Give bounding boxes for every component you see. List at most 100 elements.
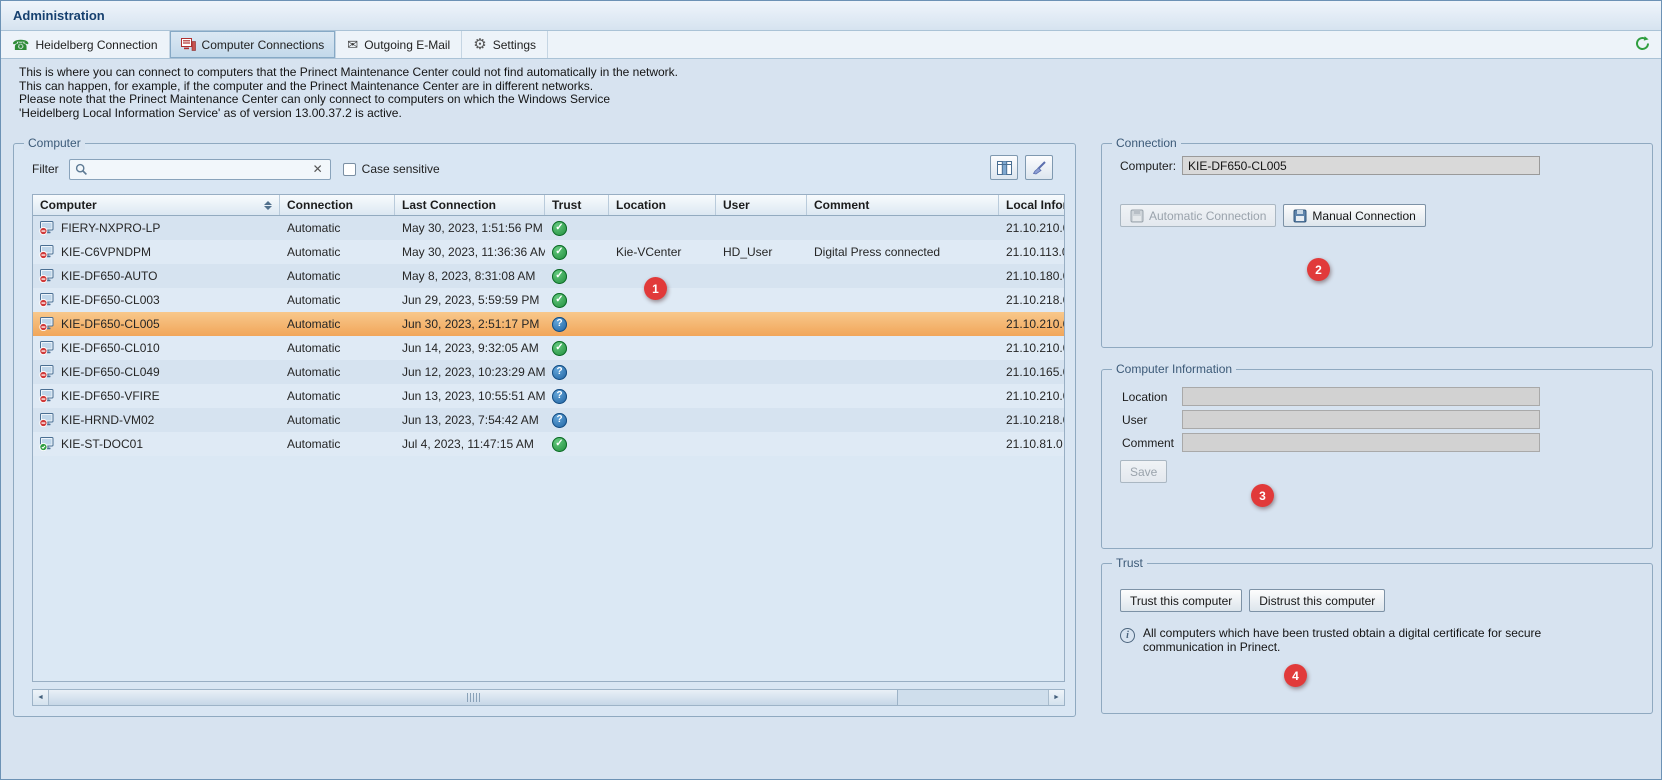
comment-cell <box>807 216 999 240</box>
computer-name: FIERY-NXPRO-LP <box>61 221 160 235</box>
computer-blocked-icon <box>39 244 56 260</box>
computer-field-label: Computer: <box>1120 159 1176 173</box>
description-line: Please note that the Prinect Maintenance… <box>19 93 678 107</box>
last-connection-cell: Jul 4, 2023, 11:47:15 AM <box>395 432 545 456</box>
last-connection-cell: May 30, 2023, 11:36:36 AM <box>395 240 545 264</box>
sort-icon[interactable] <box>264 201 272 210</box>
tab-settings[interactable]: ⚙ Settings <box>462 31 548 58</box>
refresh-button[interactable] <box>1632 35 1652 55</box>
local-info-cell: 21.10.81.0 <box>999 432 1064 456</box>
trusted-icon: ✓ <box>552 245 567 260</box>
tab-outgoing-email[interactable]: ✉ Outgoing E-Mail <box>336 31 462 58</box>
filter-label: Filter <box>32 162 59 176</box>
location-cell <box>609 432 716 456</box>
computer-connections-icon <box>181 38 196 51</box>
local-info-cell: 21.10.165.0 <box>999 360 1064 384</box>
unknown-trust-icon: ? <box>552 389 567 404</box>
connection-cell: Automatic <box>280 384 395 408</box>
table-row[interactable]: KIE-ST-DOC01AutomaticJul 4, 2023, 11:47:… <box>33 432 1064 456</box>
groupbox-title: Connection <box>1112 136 1181 150</box>
manual-connection-button[interactable]: Manual Connection <box>1283 204 1425 227</box>
column-header-location[interactable]: Location <box>609 195 716 215</box>
computer-blocked-icon <box>39 316 56 332</box>
tab-label: Heidelberg Connection <box>35 38 157 52</box>
computer-cell: KIE-HRND-VM02 <box>33 408 280 432</box>
refresh-icon <box>1634 35 1651 55</box>
phone-icon: ☎ <box>12 38 29 52</box>
brush-icon <box>1032 161 1047 175</box>
scroll-right-button[interactable]: ► <box>1048 690 1064 705</box>
column-label: Comment <box>814 198 869 212</box>
column-label: Location <box>616 198 666 212</box>
connection-cell: Automatic <box>280 264 395 288</box>
location-cell <box>609 408 716 432</box>
trusted-icon: ✓ <box>552 437 567 452</box>
computer-name: KIE-HRND-VM02 <box>61 413 154 427</box>
tab-heidelberg-connection[interactable]: ☎ Heidelberg Connection <box>1 31 170 58</box>
distrust-this-computer-button[interactable]: Distrust this computer <box>1249 589 1385 612</box>
column-header-connection[interactable]: Connection <box>280 195 395 215</box>
clear-filter-icon[interactable]: ✕ <box>311 162 325 176</box>
annotation-marker-4: 4 <box>1284 664 1307 687</box>
last-connection-cell: Jun 13, 2023, 10:55:51 AM <box>395 384 545 408</box>
table-row[interactable]: KIE-DF650-CL005AutomaticJun 30, 2023, 2:… <box>33 312 1064 336</box>
column-label: Connection <box>287 198 353 212</box>
table-row[interactable]: KIE-HRND-VM02AutomaticJun 13, 2023, 7:54… <box>33 408 1064 432</box>
computer-cell: KIE-DF650-CL010 <box>33 336 280 360</box>
table-row[interactable]: KIE-DF650-CL003AutomaticJun 29, 2023, 5:… <box>33 288 1064 312</box>
reset-layout-button[interactable] <box>1025 155 1053 180</box>
computer-name: KIE-DF650-CL005 <box>61 317 160 331</box>
groupbox-title: Computer <box>24 136 85 150</box>
local-info-cell: 21.10.180.0 <box>999 264 1064 288</box>
column-settings-button[interactable] <box>990 155 1018 180</box>
filter-field: ✕ <box>69 159 331 180</box>
column-header-trust[interactable]: Trust <box>545 195 609 215</box>
case-sensitive-checkbox[interactable] <box>343 163 356 176</box>
horizontal-scrollbar[interactable]: ◄ ► <box>32 689 1065 706</box>
user-cell <box>716 408 807 432</box>
table-row[interactable]: KIE-DF650-VFIREAutomaticJun 13, 2023, 10… <box>33 384 1064 408</box>
column-header-computer[interactable]: Computer <box>33 195 280 215</box>
scrollbar-track[interactable] <box>49 690 1048 705</box>
table-row[interactable]: KIE-DF650-CL049AutomaticJun 12, 2023, 10… <box>33 360 1064 384</box>
comment-cell <box>807 384 999 408</box>
last-connection-cell: Jun 29, 2023, 5:59:59 PM <box>395 288 545 312</box>
unknown-trust-icon: ? <box>552 413 567 428</box>
comment-label: Comment <box>1122 436 1174 450</box>
trust-cell: ? <box>545 384 609 408</box>
column-header-local-info[interactable]: Local Infor <box>999 195 1064 215</box>
connection-computer-field[interactable]: KIE-DF650-CL005 <box>1182 156 1540 175</box>
filter-input[interactable] <box>92 161 307 177</box>
column-header-comment[interactable]: Comment <box>807 195 999 215</box>
case-sensitive-option[interactable]: Case sensitive <box>343 162 440 176</box>
column-header-user[interactable]: User <box>716 195 807 215</box>
table-row[interactable]: KIE-C6VPNDPMAutomaticMay 30, 2023, 11:36… <box>33 240 1064 264</box>
column-header-last-connection[interactable]: Last Connection <box>395 195 545 215</box>
scroll-left-button[interactable]: ◄ <box>33 690 49 705</box>
column-label: User <box>723 198 750 212</box>
scrollbar-thumb[interactable] <box>49 690 898 705</box>
local-info-cell: 21.10.210.0 <box>999 312 1064 336</box>
column-label: Local Infor <box>1006 198 1064 212</box>
table-row[interactable]: FIERY-NXPRO-LPAutomaticMay 30, 2023, 1:5… <box>33 216 1064 240</box>
trusted-icon: ✓ <box>552 293 567 308</box>
connection-cell: Automatic <box>280 216 395 240</box>
table-columns-icon <box>997 161 1012 175</box>
location-cell <box>609 216 716 240</box>
table-row[interactable]: KIE-DF650-AUTOAutomaticMay 8, 2023, 8:31… <box>33 264 1064 288</box>
automatic-connection-button: Automatic Connection <box>1120 204 1276 227</box>
computer-table: Computer Connection Last Connection Trus… <box>32 194 1065 682</box>
trust-cell: ✓ <box>545 336 609 360</box>
case-sensitive-label: Case sensitive <box>362 162 440 176</box>
computer-blocked-icon <box>39 388 56 404</box>
computer-cell: KIE-C6VPNDPM <box>33 240 280 264</box>
computer-blocked-icon <box>39 268 56 284</box>
button-label: Automatic Connection <box>1149 209 1266 223</box>
tab-computer-connections[interactable]: Computer Connections <box>170 31 337 58</box>
trust-this-computer-button[interactable]: Trust this computer <box>1120 589 1242 612</box>
button-label: Manual Connection <box>1312 209 1415 223</box>
computer-cell: KIE-DF650-CL005 <box>33 312 280 336</box>
user-label: User <box>1122 413 1147 427</box>
table-row[interactable]: KIE-DF650-CL010AutomaticJun 14, 2023, 9:… <box>33 336 1064 360</box>
unknown-trust-icon: ? <box>552 365 567 380</box>
